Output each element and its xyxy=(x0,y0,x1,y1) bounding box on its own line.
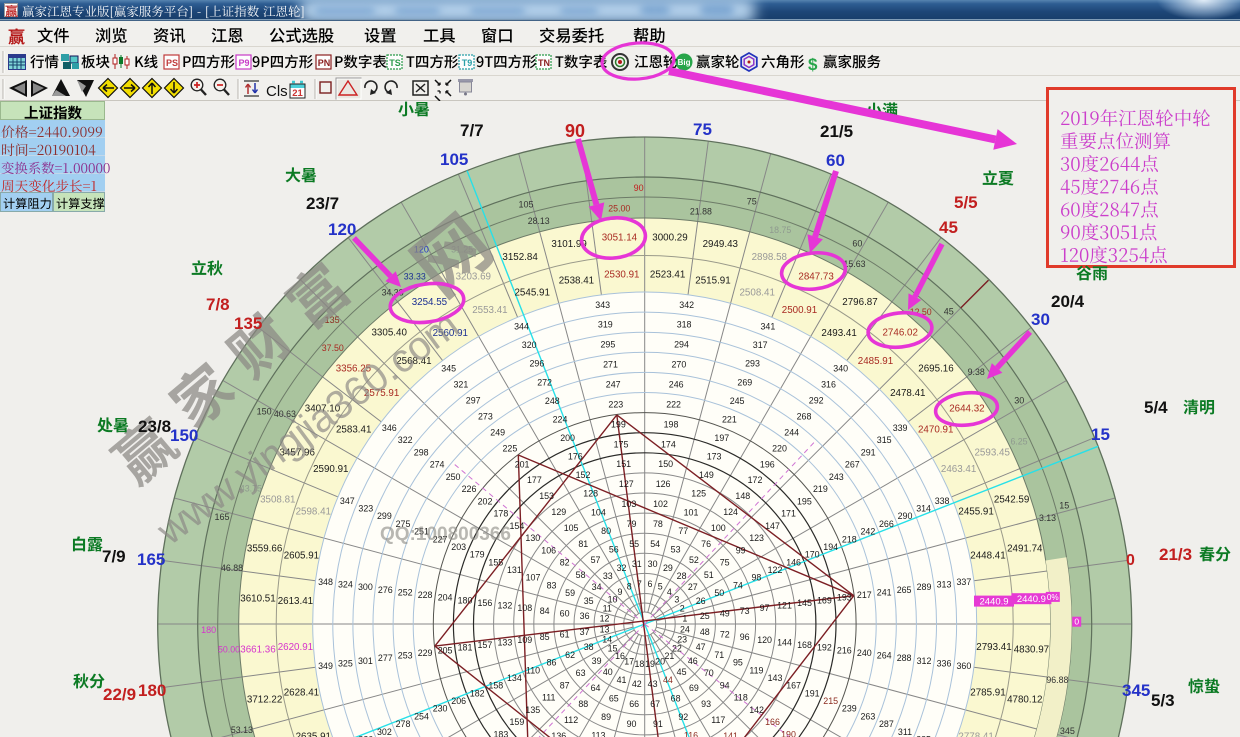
svg-text:Cls: Cls xyxy=(266,83,288,100)
svg-text:P9: P9 xyxy=(238,58,249,68)
svg-text:$: $ xyxy=(808,55,818,74)
svg-text:www.yingjia360.com: www.yingjia360.com xyxy=(148,303,467,554)
svg-text:T9: T9 xyxy=(462,58,473,68)
svg-text:TN: TN xyxy=(538,58,550,68)
svg-text:21: 21 xyxy=(292,88,303,99)
svg-text:Big: Big xyxy=(678,58,691,67)
svg-text:PS: PS xyxy=(166,58,178,68)
svg-text:PN: PN xyxy=(318,58,331,68)
svg-text:QQ:100800366: QQ:100800366 xyxy=(380,524,511,545)
svg-text:TS: TS xyxy=(389,58,401,68)
